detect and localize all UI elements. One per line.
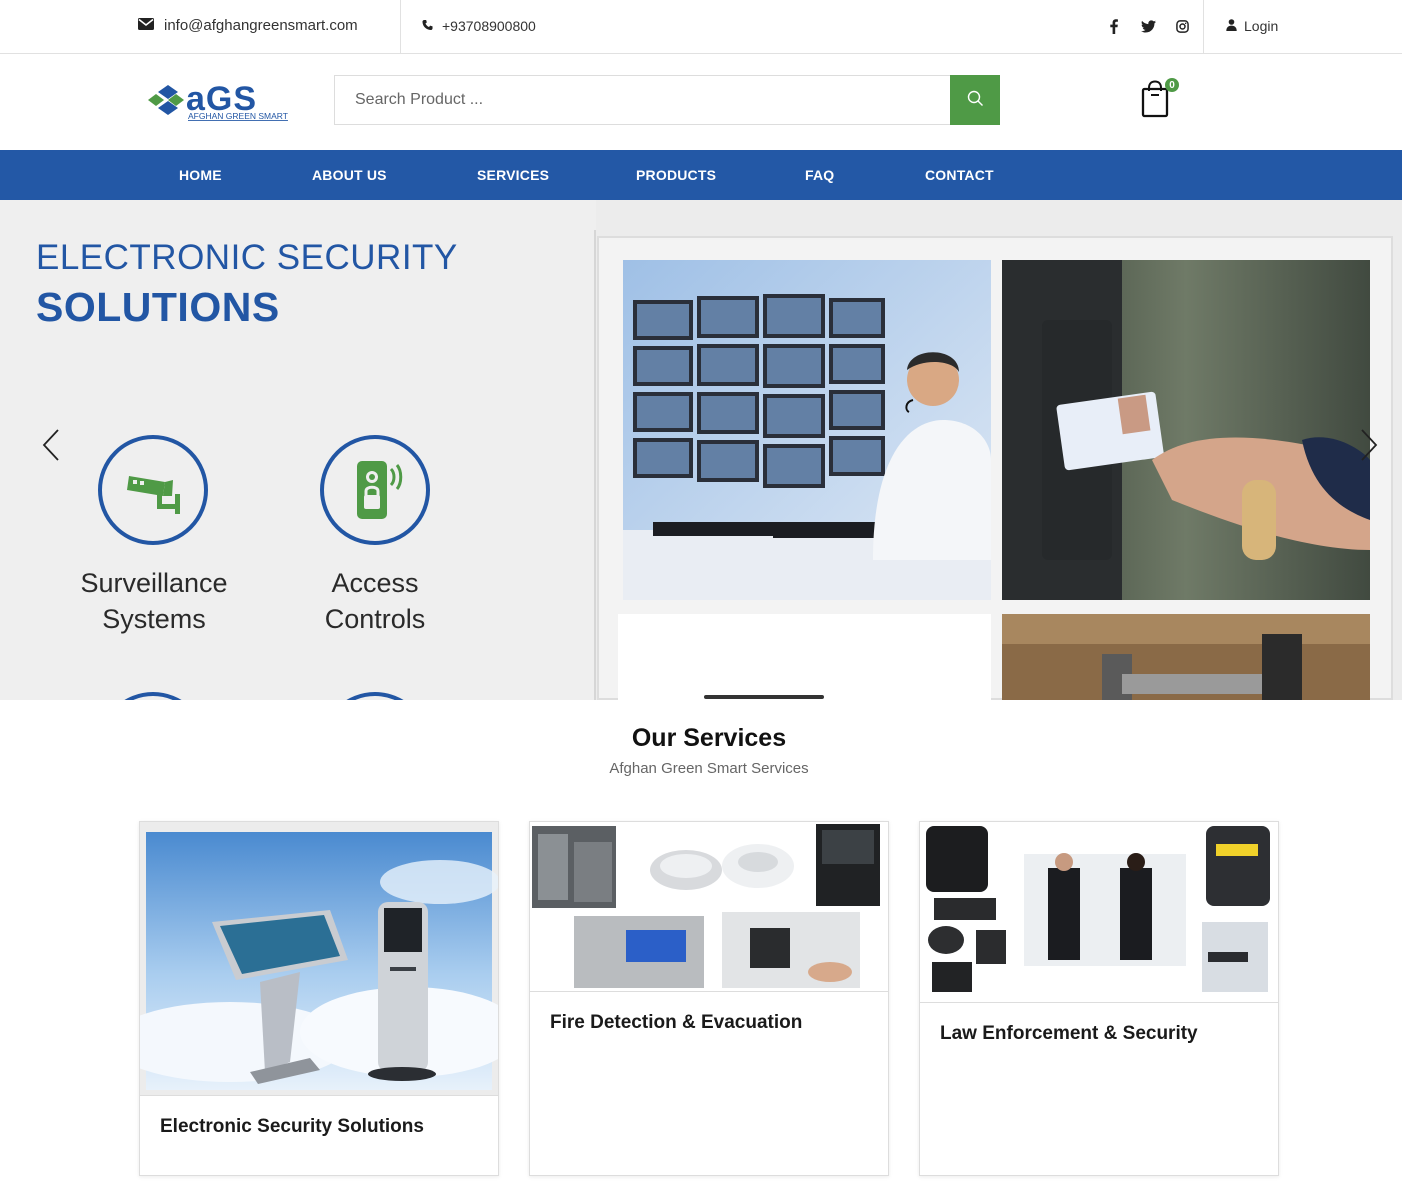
service-card-title: Electronic Security Solutions xyxy=(160,1116,424,1137)
divider xyxy=(594,230,596,700)
phone-icon xyxy=(422,18,433,34)
search-bar xyxy=(334,75,1000,125)
divider xyxy=(400,0,401,53)
phone-text: +93708900800 xyxy=(442,18,536,34)
divider xyxy=(1203,0,1204,53)
law-enforcement-image xyxy=(920,822,1278,1003)
instagram-icon[interactable] xyxy=(1172,16,1192,36)
feature-surveillance: Surveillance Systems xyxy=(54,565,254,637)
service-card[interactable]: Law Enforcement & Security xyxy=(919,821,1279,1176)
access-card-photo xyxy=(1002,260,1370,600)
email-text: info@afghangreensmart.com xyxy=(164,17,358,34)
feature-label-line1: Surveillance xyxy=(80,568,228,598)
services-subheading: Afghan Green Smart Services xyxy=(609,760,809,777)
nav-item-faq[interactable]: FAQ xyxy=(805,167,834,183)
search-button[interactable] xyxy=(950,75,1000,125)
chevron-left-icon xyxy=(42,429,59,461)
hero-title-line1: ELECTRONIC SECURITY xyxy=(36,238,458,277)
svg-text:AFGHAN GREEN SMART: AFGHAN GREEN SMART xyxy=(188,111,288,121)
device-photo xyxy=(618,614,991,700)
top-bar: info@afghangreensmart.com +93708900800 L… xyxy=(0,0,1402,54)
hero-title-line2: SOLUTIONS xyxy=(36,284,280,330)
login-label: Login xyxy=(1244,18,1279,34)
envelope-icon xyxy=(138,17,154,34)
kiosk-image xyxy=(140,822,498,1096)
site-logo[interactable]: aGS AFGHAN GREEN SMART xyxy=(146,80,298,124)
lock-photo xyxy=(1002,614,1370,700)
user-icon xyxy=(1226,18,1237,34)
search-input[interactable] xyxy=(334,75,950,125)
hero-slide-left: ELECTRONIC SECURITY SOLUTIONS Surveillan… xyxy=(0,200,596,700)
feature-icon-partial xyxy=(320,692,430,700)
feature-access-controls: Access Controls xyxy=(275,565,475,637)
hero-photo-grid xyxy=(597,236,1393,700)
main-nav: HOME ABOUT US SERVICES PRODUCTS FAQ CONT… xyxy=(0,150,1402,200)
feature-label-line2: Systems xyxy=(102,604,206,634)
email-link[interactable]: info@afghangreensmart.com xyxy=(138,17,358,34)
service-card-title: Law Enforcement & Security xyxy=(940,1023,1198,1044)
feature-label-line1: Access xyxy=(331,568,419,598)
nav-item-about-us[interactable]: ABOUT US xyxy=(312,167,387,183)
cart-count-badge: 0 xyxy=(1165,78,1179,92)
chevron-right-icon xyxy=(1361,429,1378,461)
fire-detection-image xyxy=(530,822,888,992)
twitter-icon[interactable] xyxy=(1138,16,1158,36)
nav-item-home[interactable]: HOME xyxy=(179,167,222,183)
facebook-icon[interactable] xyxy=(1104,16,1124,36)
search-icon xyxy=(967,90,984,110)
slider-next-button[interactable] xyxy=(1356,428,1380,462)
service-card[interactable]: Electronic Security Solutions xyxy=(139,821,499,1176)
feature-label-line2: Controls xyxy=(324,604,426,634)
service-card-title: Fire Detection & Evacuation xyxy=(550,1012,803,1033)
slider-prev-button[interactable] xyxy=(40,428,64,462)
nav-item-products[interactable]: PRODUCTS xyxy=(636,167,716,183)
phone-link[interactable]: +93708900800 xyxy=(422,18,536,34)
cctv-camera-icon xyxy=(98,435,208,545)
social-links xyxy=(1104,16,1192,36)
services-heading: Our Services xyxy=(631,724,787,752)
nav-item-contact[interactable]: CONTACT xyxy=(925,167,994,183)
access-control-icon xyxy=(320,435,430,545)
feature-icon-partial xyxy=(98,692,208,700)
surveillance-photo xyxy=(623,260,991,600)
service-card[interactable]: Fire Detection & Evacuation xyxy=(529,821,889,1176)
login-link[interactable]: Login xyxy=(1226,18,1278,34)
nav-item-services[interactable]: SERVICES xyxy=(477,167,549,183)
hero-slider: ELECTRONIC SECURITY SOLUTIONS Surveillan… xyxy=(0,200,1402,700)
